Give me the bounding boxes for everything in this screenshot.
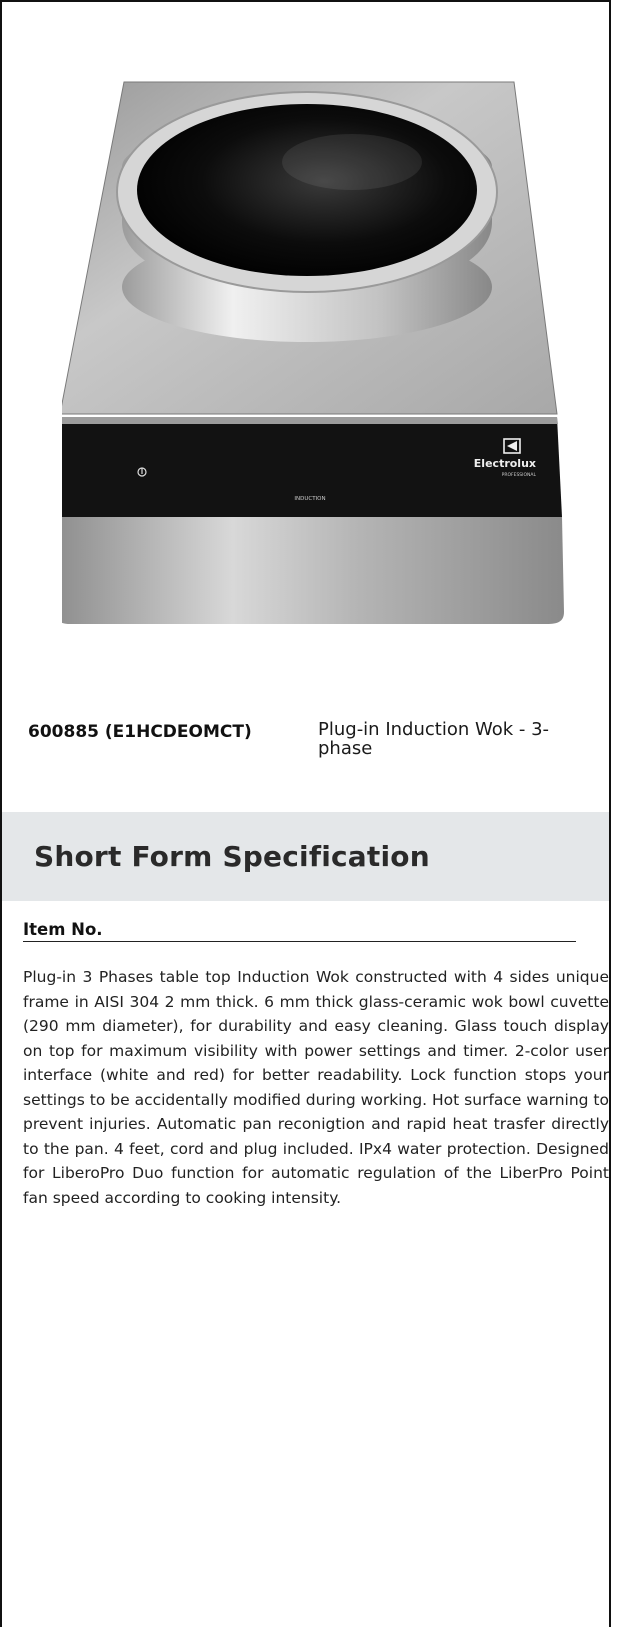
spec-title: Short Form Specification xyxy=(34,840,430,873)
wok-bowl xyxy=(137,104,477,276)
datasheet-page: INDUCTION Electrolux PROFESSIONAL 600885… xyxy=(0,0,611,1627)
product-description: Plug-in Induction Wok - 3-phase xyxy=(318,719,550,759)
brand-sub: PROFESSIONAL xyxy=(502,472,537,478)
brand-name: Electrolux xyxy=(474,457,536,470)
front-body xyxy=(62,517,564,624)
spec-header-band: Short Form Specification xyxy=(2,812,609,901)
product-code: 600885 (E1HCDEOMCT) xyxy=(28,722,252,742)
panel-label: INDUCTION xyxy=(294,496,325,502)
spec-description: Plug-in 3 Phases table top Induction Wok… xyxy=(23,968,609,1207)
product-image: INDUCTION Electrolux PROFESSIONAL xyxy=(62,81,564,624)
item-number-label: Item No. xyxy=(23,920,576,942)
